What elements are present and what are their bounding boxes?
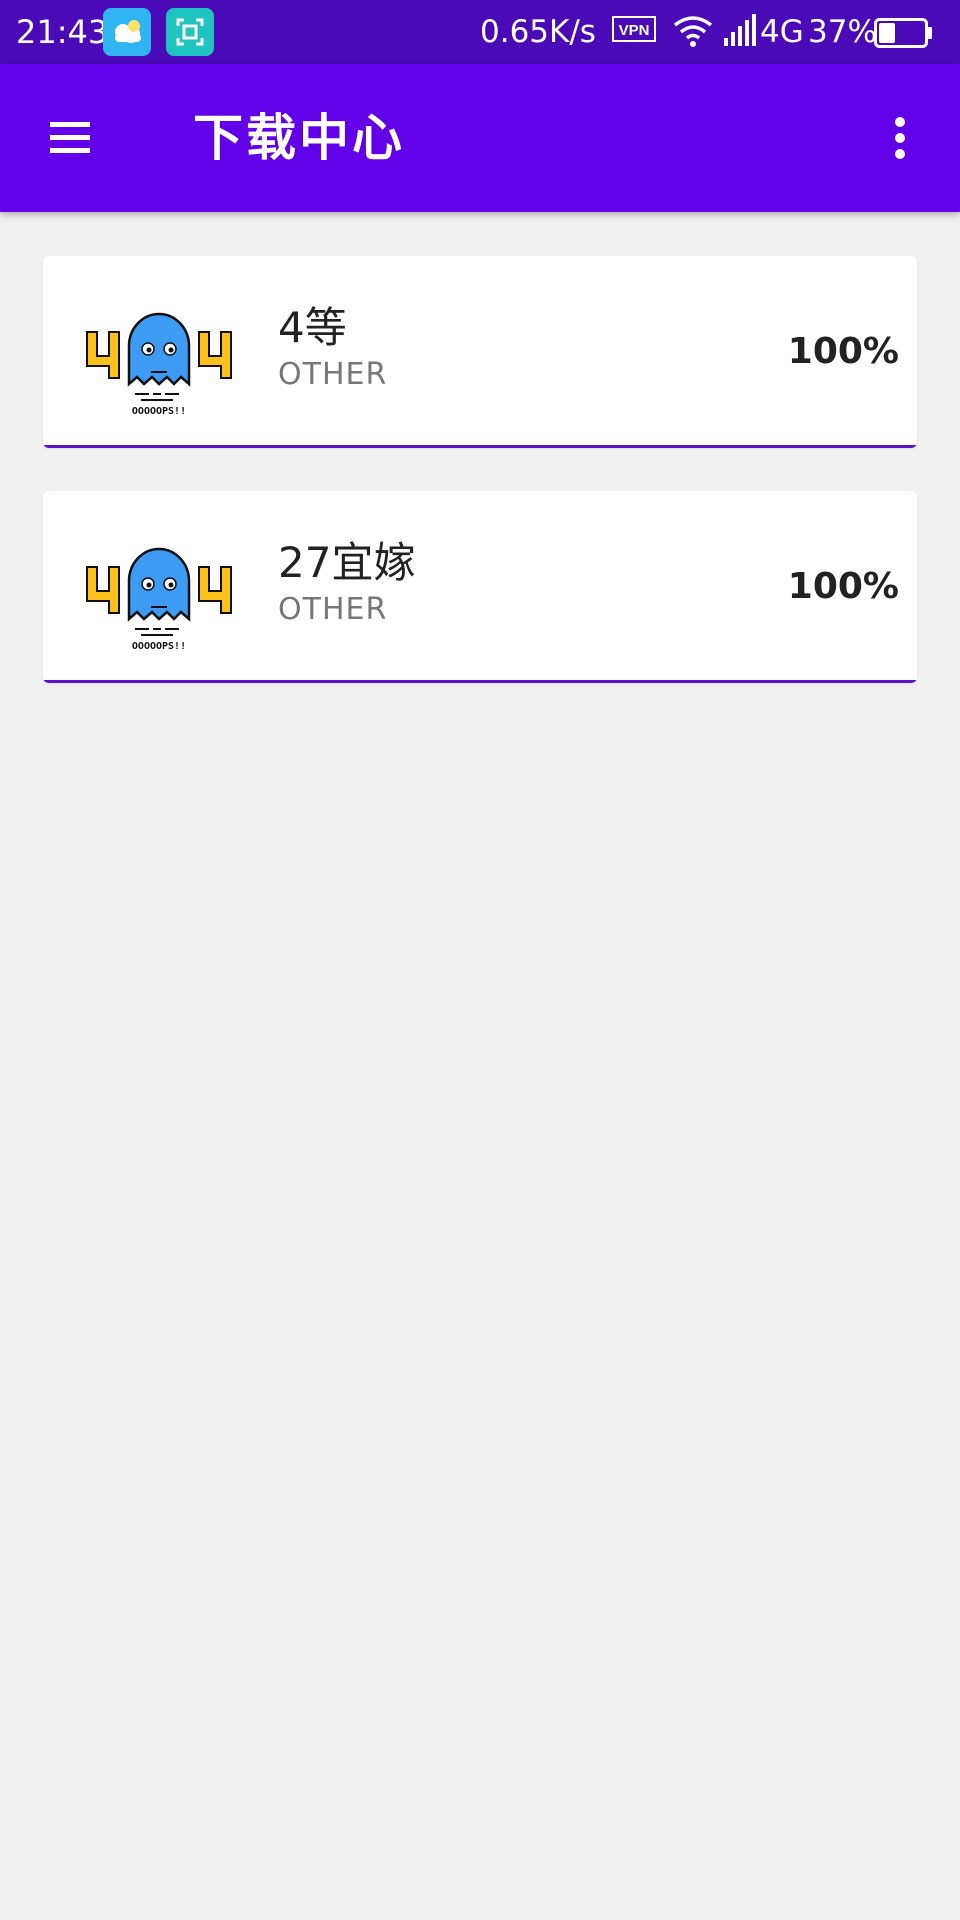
vpn-label: VPN (619, 22, 650, 39)
network-speed: 0.65K/s (480, 14, 596, 50)
scan-icon (166, 8, 214, 56)
download-percent: 100% (787, 331, 899, 372)
ghost-404-thumbnail: OOOOOPS!! (86, 547, 232, 652)
download-item[interactable]: OOOOOPS!! 27宜嫁 OTHER 100% (43, 491, 917, 683)
page-title: 下载中心 (193, 109, 405, 167)
download-progress-fill (43, 445, 917, 448)
app-toolbar: 下载中心 (0, 64, 960, 212)
menu-button[interactable] (40, 108, 100, 168)
download-title: 4等 (278, 303, 347, 352)
ghost-404-thumbnail: OOOOOPS!! (86, 312, 232, 417)
thumbnail-caption: OOOOOPS!! (132, 406, 186, 417)
wifi-icon (673, 16, 713, 47)
battery-percent: 37% (808, 14, 877, 50)
vpn-icon: VPN (612, 16, 656, 42)
network-type: 4G (760, 14, 804, 50)
thumbnail-caption: OOOOOPS!! (132, 641, 186, 652)
download-type: OTHER (278, 592, 388, 627)
hamburger-menu-icon (50, 122, 90, 153)
status-bar: 21:43 0.65K/s VPN 4G 37% (0, 0, 960, 64)
more-vert-icon (895, 117, 905, 159)
download-title: 27宜嫁 (278, 538, 416, 587)
download-percent: 100% (787, 566, 899, 607)
overflow-menu-button[interactable] (880, 108, 920, 168)
battery-icon (874, 18, 932, 48)
battery-level (879, 23, 895, 43)
download-type: OTHER (278, 357, 388, 392)
download-progress-bar (43, 445, 917, 448)
status-time: 21:43 (16, 13, 109, 51)
download-progress-fill (43, 680, 917, 683)
signal-icon (724, 14, 756, 46)
download-item[interactable]: OOOOOPS!! 4等 OTHER 100% (43, 256, 917, 448)
weather-icon (103, 8, 151, 56)
download-progress-bar (43, 680, 917, 683)
